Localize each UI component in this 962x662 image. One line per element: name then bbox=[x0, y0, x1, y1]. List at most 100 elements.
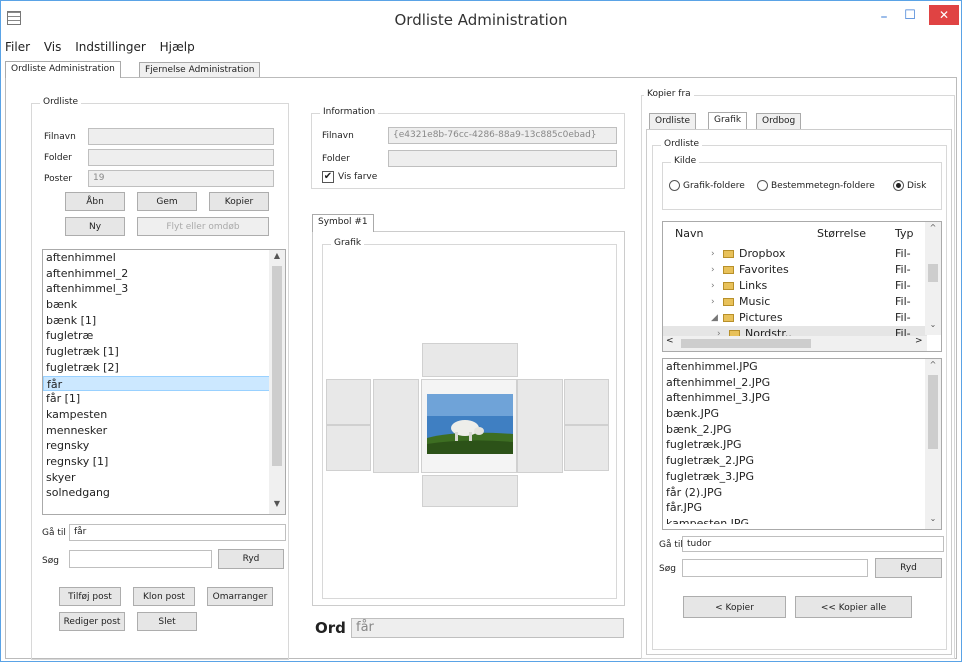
right-clear-button[interactable]: Ryd bbox=[875, 558, 942, 578]
delete-button[interactable]: Slet bbox=[137, 612, 197, 631]
file-list[interactable]: aftenhimmel.JPG aftenhimmel_2.JPG aftenh… bbox=[662, 358, 942, 530]
file-item[interactable]: fugletræk_3.JPG bbox=[663, 469, 941, 485]
menu-vis[interactable]: Vis bbox=[44, 40, 62, 54]
list-item[interactable]: aftenhimmel_2 bbox=[43, 266, 285, 282]
show-color-checkbox[interactable]: ✔ bbox=[322, 171, 334, 183]
file-item[interactable]: fugletræk_2.JPG bbox=[663, 453, 941, 469]
graphic-slot-left-bottom[interactable] bbox=[326, 425, 371, 471]
menu-filer[interactable]: Filer bbox=[5, 40, 30, 54]
list-item[interactable]: aftenhimmel_3 bbox=[43, 281, 285, 297]
scroll-thumb[interactable] bbox=[928, 264, 938, 282]
tree-row[interactable]: › Dropbox Fil- bbox=[663, 246, 927, 262]
reorder-button[interactable]: Omarranger bbox=[207, 587, 273, 606]
file-item[interactable]: kampesten.JPG bbox=[663, 516, 941, 524]
tree-header-size[interactable]: Størrelse bbox=[817, 227, 866, 240]
tab-copy-grafik[interactable]: Grafik bbox=[708, 112, 748, 129]
list-item[interactable]: regnsky [1] bbox=[43, 454, 285, 470]
scroll-down-icon[interactable]: ▼ bbox=[269, 499, 285, 513]
file-item[interactable]: aftenhimmel_3.JPG bbox=[663, 390, 941, 406]
list-item[interactable]: regnsky bbox=[43, 438, 285, 454]
scroll-right-icon[interactable]: > bbox=[915, 336, 923, 346]
tab-copy-ordliste[interactable]: Ordliste bbox=[649, 113, 697, 129]
list-item[interactable]: fugletræk [2] bbox=[43, 360, 285, 376]
list-item[interactable]: skyer bbox=[43, 470, 285, 486]
list-item-selected[interactable]: får bbox=[43, 375, 285, 392]
copy-all-button[interactable]: << Kopier alle bbox=[795, 596, 912, 618]
list-item[interactable]: fugletræ bbox=[43, 328, 285, 344]
word-field[interactable]: får bbox=[351, 618, 624, 638]
file-item[interactable]: aftenhimmel.JPG bbox=[663, 359, 941, 375]
menu-indstillinger[interactable]: Indstillinger bbox=[75, 40, 146, 54]
word-list[interactable]: aftenhimmel aftenhimmel_2 aftenhimmel_3 … bbox=[42, 249, 286, 515]
copy-selected-button[interactable]: < Kopier bbox=[683, 596, 786, 618]
save-button[interactable]: Gem bbox=[137, 192, 197, 211]
list-item[interactable]: aftenhimmel bbox=[43, 250, 285, 266]
tree-expander-icon[interactable]: ◢ bbox=[711, 310, 718, 326]
graphic-slot-bottom[interactable] bbox=[422, 475, 518, 507]
scroll-down-icon[interactable]: ⌄ bbox=[925, 514, 941, 528]
word-list-scrollbar[interactable]: ▲ ▼ bbox=[269, 250, 285, 514]
list-item[interactable]: fugletræk [1] bbox=[43, 344, 285, 360]
edit-entry-button[interactable]: Rediger post bbox=[59, 612, 125, 631]
file-list-scrollbar[interactable]: ^ ⌄ bbox=[925, 359, 941, 529]
tree-row[interactable]: ◢ Pictures Fil- bbox=[663, 310, 927, 326]
clone-entry-button[interactable]: Klon post bbox=[133, 587, 195, 606]
scroll-thumb[interactable] bbox=[681, 339, 811, 348]
file-item[interactable]: bænk.JPG bbox=[663, 406, 941, 422]
list-item[interactable]: bænk [1] bbox=[43, 313, 285, 329]
file-item[interactable]: får (2).JPG bbox=[663, 485, 941, 501]
right-goto-input[interactable]: tudor bbox=[682, 536, 944, 552]
radio-bestemmetegn-foldere[interactable]: Bestemmetegn-foldere bbox=[757, 180, 875, 191]
right-search-input[interactable] bbox=[682, 559, 868, 577]
scroll-up-icon[interactable]: ▲ bbox=[269, 251, 285, 265]
tree-expander-icon[interactable]: › bbox=[711, 294, 715, 310]
copy-button[interactable]: Kopier bbox=[209, 192, 269, 211]
menu-hjaelp[interactable]: Hjælp bbox=[160, 40, 195, 54]
list-item[interactable]: solnedgang bbox=[43, 485, 285, 501]
tree-hscrollbar[interactable]: < > bbox=[663, 336, 927, 351]
close-button[interactable]: ✕ bbox=[929, 5, 959, 25]
new-button[interactable]: Ny bbox=[65, 217, 125, 236]
tree-row[interactable]: › Favorites Fil- bbox=[663, 262, 927, 278]
scroll-thumb[interactable] bbox=[928, 375, 938, 449]
filnavn-field[interactable] bbox=[88, 128, 274, 145]
file-item[interactable]: fugletræk.JPG bbox=[663, 437, 941, 453]
poster-field[interactable]: 19 bbox=[88, 170, 274, 187]
minimize-button[interactable]: – bbox=[875, 9, 893, 27]
tree-vscrollbar[interactable]: ^ ⌄ bbox=[925, 222, 941, 335]
tab-fjernelse-administration[interactable]: Fjernelse Administration bbox=[139, 62, 261, 78]
graphic-slot-top[interactable] bbox=[422, 343, 518, 377]
radio-disk[interactable]: Disk bbox=[893, 180, 926, 191]
radio-icon[interactable] bbox=[757, 180, 768, 191]
search-input[interactable] bbox=[69, 550, 212, 568]
tree-expander-icon[interactable]: › bbox=[711, 246, 715, 262]
scroll-up-icon[interactable]: ^ bbox=[925, 223, 941, 237]
add-entry-button[interactable]: Tilføj post bbox=[59, 587, 121, 606]
tab-ordliste-administration[interactable]: Ordliste Administration bbox=[5, 61, 121, 78]
scroll-thumb[interactable] bbox=[272, 266, 282, 466]
scroll-left-icon[interactable]: < bbox=[666, 336, 674, 346]
graphic-slot-right-top[interactable] bbox=[564, 379, 609, 425]
file-item[interactable]: bænk_2.JPG bbox=[663, 422, 941, 438]
tree-expander-icon[interactable]: › bbox=[711, 262, 715, 278]
clear-button[interactable]: Ryd bbox=[218, 549, 284, 569]
tab-copy-ordbog[interactable]: Ordbog bbox=[756, 113, 802, 129]
maximize-button[interactable]: ☐ bbox=[901, 8, 919, 26]
radio-selected-icon[interactable] bbox=[893, 180, 904, 191]
graphic-slot-left-inner[interactable] bbox=[373, 379, 419, 473]
list-item[interactable]: bænk bbox=[43, 297, 285, 313]
list-item[interactable]: får [1] bbox=[43, 391, 285, 407]
info-folder-field[interactable] bbox=[388, 150, 617, 167]
file-item[interactable]: får.JPG bbox=[663, 500, 941, 516]
open-button[interactable]: Åbn bbox=[65, 192, 125, 211]
move-rename-button[interactable]: Flyt eller omdøb bbox=[137, 217, 269, 236]
info-filnavn-field[interactable]: {e4321e8b-76cc-4286-88a9-13c885c0ebad} bbox=[388, 127, 617, 144]
tab-symbol-1[interactable]: Symbol #1 bbox=[312, 214, 374, 232]
list-item[interactable]: kampesten bbox=[43, 407, 285, 423]
folder-tree[interactable]: Navn Størrelse Typ › Dropbox Fil- › Favorite… bbox=[662, 221, 942, 352]
tree-header-name[interactable]: Navn bbox=[675, 227, 703, 240]
scroll-down-icon[interactable]: ⌄ bbox=[925, 320, 941, 334]
tree-header-type[interactable]: Typ bbox=[895, 227, 914, 240]
graphic-slot-right-inner[interactable] bbox=[517, 379, 563, 473]
tree-row[interactable]: › Links Fil- bbox=[663, 278, 927, 294]
